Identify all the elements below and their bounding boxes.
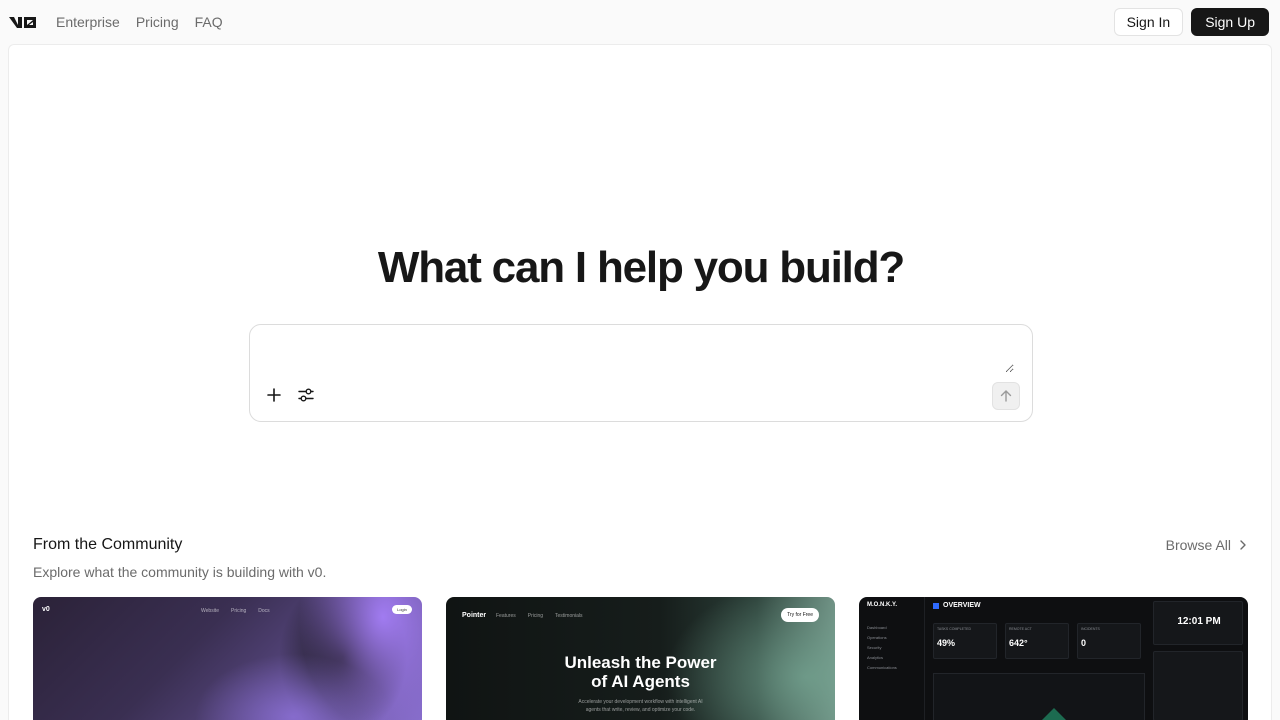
browse-all-label: Browse All xyxy=(1165,537,1231,553)
card-headline-line: Unleash the Power xyxy=(564,653,717,672)
card-sidebar-item: Dashboard xyxy=(867,625,887,630)
community-card[interactable]: Pointer Features Pricing Testimonials Tr… xyxy=(446,597,835,720)
community-card[interactable]: v0 Website Pricing Docs Login xyxy=(33,597,422,720)
community-title: From the Community xyxy=(33,536,183,553)
community-subtitle: Explore what the community is building w… xyxy=(33,564,327,580)
card-stat: TASKS COMPLETED 49% xyxy=(933,623,997,659)
card-nav-item: Testimonials xyxy=(555,613,583,619)
sign-up-button[interactable]: Sign Up xyxy=(1191,8,1269,36)
nav-links: Enterprise Pricing FAQ xyxy=(56,0,223,44)
prompt-input[interactable] xyxy=(264,337,1014,373)
nav-link-pricing[interactable]: Pricing xyxy=(136,14,179,30)
chevron-right-icon xyxy=(1240,540,1246,550)
top-navigation: Enterprise Pricing FAQ Sign In Sign Up xyxy=(0,0,1280,44)
card-clock-panel: 12:01 PM xyxy=(1153,601,1243,645)
attach-button[interactable] xyxy=(262,383,286,407)
card-sidebar-item: Communications xyxy=(867,665,897,670)
card-subtext: Accelerate your development workflow wit… xyxy=(446,698,835,714)
community-card[interactable]: M.O.N.K.Y. Dashboard Operations Security… xyxy=(859,597,1248,720)
card-subtext-line: agents that write, review, and optimize … xyxy=(585,707,696,713)
card-nav-item: Docs xyxy=(258,608,270,614)
sign-in-button[interactable]: Sign In xyxy=(1113,8,1184,36)
card-stat-label: REMOTE ACT xyxy=(1009,627,1032,631)
plus-icon xyxy=(267,388,281,402)
nav-link-faq[interactable]: FAQ xyxy=(195,14,223,30)
card-logo: v0 xyxy=(42,606,50,613)
card-stat-value: 642° xyxy=(1009,638,1028,648)
prompt-box xyxy=(249,324,1033,422)
arrow-up-icon xyxy=(1000,390,1012,402)
community-cards: v0 Website Pricing Docs Login Pointer Fe… xyxy=(33,597,1248,720)
card-stat: REMOTE ACT 642° xyxy=(1005,623,1069,659)
card-stat-label: INCIDENTS xyxy=(1081,627,1100,631)
hero-title: What can I help you build? xyxy=(377,243,905,292)
card-chart-graphic xyxy=(1042,708,1066,720)
card-cta-button: Try for Free xyxy=(781,608,819,622)
card-nav: Website Pricing Docs xyxy=(201,608,270,614)
card-sidebar-item: Analytics xyxy=(867,655,884,660)
nav-link-enterprise[interactable]: Enterprise xyxy=(56,14,120,30)
card-sidebar-item: Security xyxy=(867,645,882,650)
card-nav-item: Pricing xyxy=(527,613,544,619)
card-nav-item: Features xyxy=(496,613,516,619)
card-clock: 12:01 PM xyxy=(1177,616,1221,627)
card-sidebar: M.O.N.K.Y. Dashboard Operations Security… xyxy=(859,597,925,720)
card-stat-value: 0 xyxy=(1081,638,1087,648)
browse-all-link[interactable]: Browse All xyxy=(1166,537,1247,553)
settings-button[interactable] xyxy=(294,383,318,407)
card-chart-panel xyxy=(933,673,1145,720)
card-headline-line: of AI Agents xyxy=(591,672,690,691)
auth-buttons: Sign In Sign Up xyxy=(1113,8,1269,36)
send-button[interactable] xyxy=(992,382,1020,410)
card-nav-item: Website xyxy=(201,608,219,614)
card-stat-label: TASKS COMPLETED xyxy=(937,627,971,631)
card-login-button: Login xyxy=(392,605,412,614)
card-alerts-panel xyxy=(1153,651,1243,720)
card-brand: Pointer xyxy=(462,612,487,619)
main-panel: What can I help you build? From the Comm… xyxy=(8,44,1272,720)
card-nav: Features Pricing Testimonials xyxy=(496,613,583,619)
card-sidebar-item: Operations xyxy=(867,635,887,640)
card-title: OVERVIEW xyxy=(943,602,981,609)
card-headline: Unleash the Power of AI Agents xyxy=(446,653,835,691)
card-subtext-line: Accelerate your development workflow wit… xyxy=(578,699,703,705)
sliders-icon xyxy=(298,388,314,402)
card-nav-item: Pricing xyxy=(230,608,247,614)
v0-logo-icon[interactable] xyxy=(8,13,38,31)
card-brand: M.O.N.K.Y. xyxy=(867,602,898,608)
card-title-marker xyxy=(933,603,939,609)
card-stat: INCIDENTS 0 xyxy=(1077,623,1141,659)
card-stat-value: 49% xyxy=(937,638,956,648)
